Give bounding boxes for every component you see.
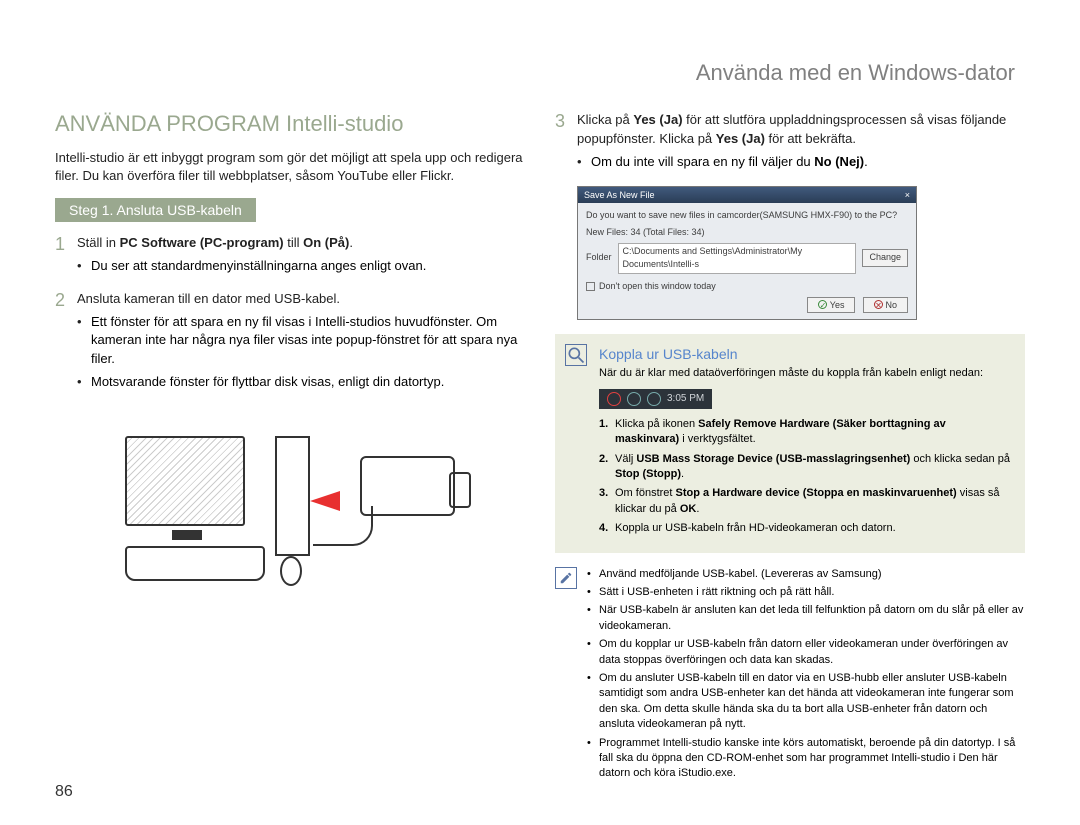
step1-bullet: Du ser att standardmenyinställningarna a… (77, 257, 525, 276)
left-column: ANVÄNDA PROGRAM Intelli-studio Intelli-s… (55, 111, 525, 785)
intro-paragraph: Intelli-studio är ett inbyggt program so… (55, 149, 525, 184)
tip-step-4: Koppla ur USB-kabeln från HD-videokamera… (599, 521, 1011, 536)
tray-icon (647, 392, 661, 406)
tray-icon (627, 392, 641, 406)
no-button[interactable]: ✕ No (863, 297, 908, 313)
page-header: Använda med en Windows-dator (55, 60, 1025, 86)
dialog-message: Do you want to save new files in camcord… (586, 209, 908, 223)
monitor-icon (125, 436, 245, 526)
note-6: Programmet Intelli-studio kanske inte kö… (587, 736, 1025, 782)
dialog-titlebar: Save As New File × (578, 187, 916, 203)
system-tray-illustration: 3:05 PM (599, 389, 712, 409)
page-number: 86 (55, 783, 73, 801)
usb-cable-icon (313, 506, 373, 546)
note-4: Om du kopplar ur USB-kabeln från datorn … (587, 637, 1025, 668)
step-item-1: 1 Ställ in PC Software (PC-program) till… (55, 234, 525, 280)
note-5: Om du ansluter USB-kabeln till en dator … (587, 671, 1025, 733)
keyboard-icon (125, 546, 265, 581)
step-item-2: 2 Ansluta kameran till en dator med USB-… (55, 290, 525, 396)
close-icon[interactable]: × (905, 190, 910, 200)
step3-text: Klicka på Yes (Ja) för att slutföra uppl… (577, 111, 1025, 149)
tip-text: När du är klar med dataöverföringen måst… (599, 366, 1011, 381)
step-item-3: 3 Klicka på Yes (Ja) för att slutföra up… (555, 111, 1025, 176)
notes-section: Använd medföljande USB-kabel. (Levereras… (555, 567, 1025, 785)
safely-remove-icon (607, 392, 621, 406)
usb-connection-illustration (115, 416, 465, 596)
tip-title: Koppla ur USB-kabeln (599, 346, 1011, 362)
step3-bullet: Om du inte vill spara en ny fil väljer d… (577, 153, 1025, 172)
note-3: När USB-kabeln är ansluten kan det leda … (587, 603, 1025, 634)
step2-text: Ansluta kameran till en dator med USB-ka… (77, 290, 525, 309)
disconnect-usb-tip: Koppla ur USB-kabeln När du är klar med … (555, 334, 1025, 553)
step1-text: Ställ in PC Software (PC-program) till O… (77, 234, 525, 253)
step2-bullet-1: Ett fönster för att spara en ny fil visa… (77, 313, 525, 370)
step-number-1: 1 (55, 234, 77, 280)
note-1: Använd medföljande USB-kabel. (Levereras… (587, 567, 1025, 582)
mouse-icon (280, 556, 302, 586)
yes-button[interactable]: ✓ Yes (807, 297, 855, 313)
step-number-2: 2 (55, 290, 77, 396)
tip-step-1: Klicka på ikonen Safely Remove Hardware … (599, 417, 1011, 448)
main-heading: ANVÄNDA PROGRAM Intelli-studio (55, 111, 525, 137)
dialog-folder-path: C:\Documents and Settings\Administrator\… (618, 243, 857, 274)
step1-title: Steg 1. Ansluta USB-kabeln (55, 198, 256, 222)
pencil-note-icon (555, 567, 577, 589)
pc-tower-icon (275, 436, 310, 556)
camcorder-icon (360, 456, 455, 516)
dialog-checkbox-label: Don't open this window today (599, 280, 716, 294)
dialog-folder-label: Folder (586, 251, 612, 265)
change-button[interactable]: Change (862, 249, 908, 267)
magnifier-icon (565, 344, 587, 366)
tip-step-3: Om fönstret Stop a Hardware device (Stop… (599, 486, 1011, 517)
dialog-newfiles: New Files: 34 (Total Files: 34) (586, 226, 908, 240)
note-2: Sätt i USB-enheten i rätt riktning och p… (587, 585, 1025, 600)
checkbox-icon[interactable] (586, 282, 595, 291)
step2-bullet-2: Motsvarande fönster för flyttbar disk vi… (77, 373, 525, 392)
tip-step-2: Välj USB Mass Storage Device (USB-massla… (599, 452, 1011, 483)
save-as-new-file-dialog: Save As New File × Do you want to save n… (577, 186, 917, 320)
right-column: 3 Klicka på Yes (Ja) för att slutföra up… (555, 111, 1025, 785)
step-number-3: 3 (555, 111, 577, 176)
tray-clock: 3:05 PM (667, 393, 704, 404)
